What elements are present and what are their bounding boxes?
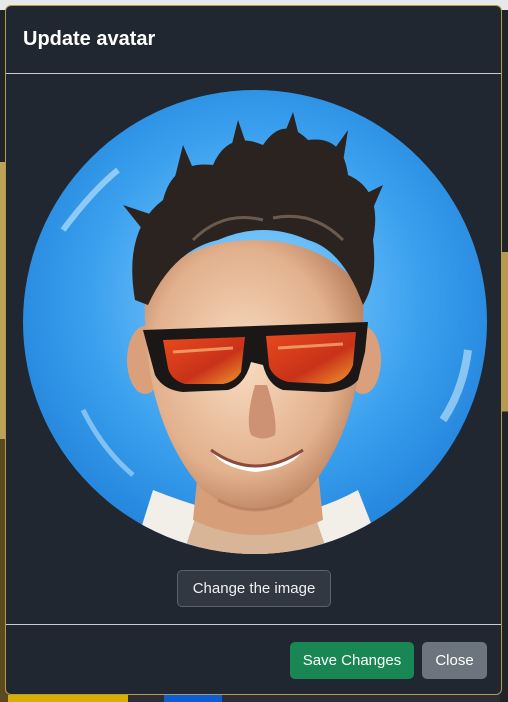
update-avatar-modal: Update avatar Change the image Save Chan… [5, 5, 502, 695]
avatar [23, 90, 487, 554]
close-button[interactable]: Close [422, 642, 487, 679]
modal-title: Update avatar [23, 28, 156, 50]
background-bottom-mid [164, 695, 222, 702]
change-image-button[interactable]: Change the image [177, 570, 331, 607]
save-changes-button[interactable]: Save Changes [290, 642, 414, 679]
modal-header: Update avatar [6, 6, 501, 74]
modal-footer: Save Changes Close [6, 624, 501, 694]
modal-body: Change the image [6, 74, 501, 624]
avatar-image [23, 90, 487, 554]
background-bottom-left [8, 695, 128, 702]
